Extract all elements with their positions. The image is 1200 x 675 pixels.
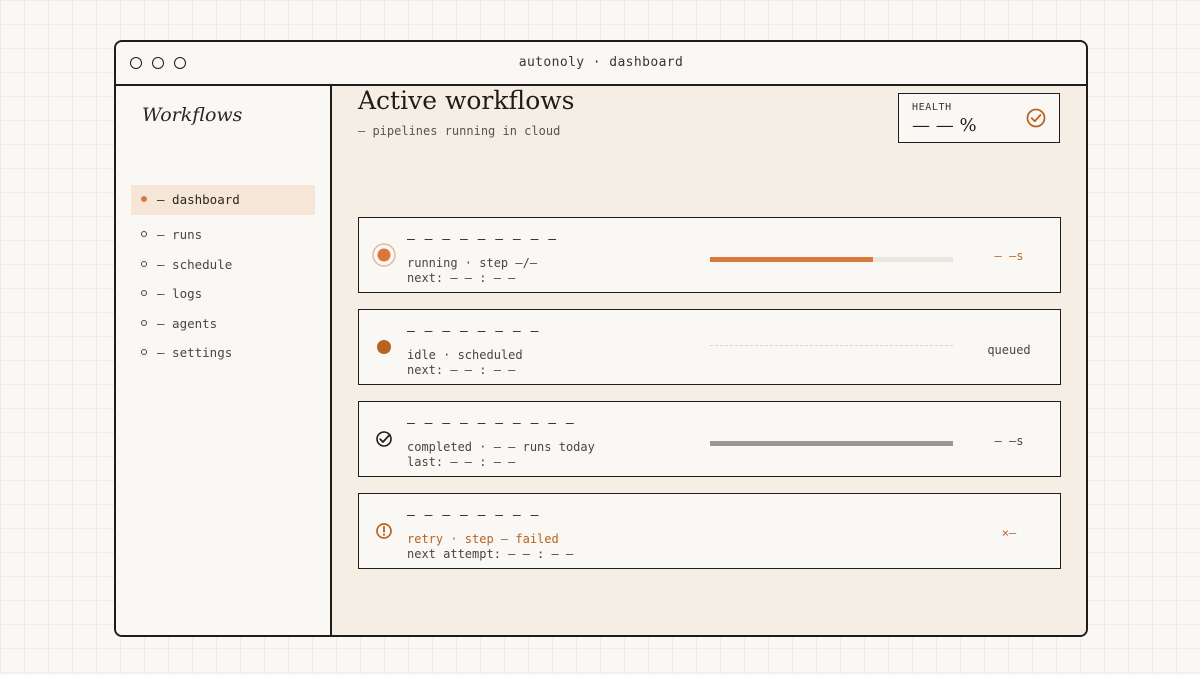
sidebar-item-dashboard[interactable]: — dashboard — [131, 185, 315, 215]
workflow-duration: — —s — [994, 434, 1024, 448]
workflow-progress-bar — [710, 441, 953, 446]
nav-bullet-icon — [141, 320, 147, 326]
sidebar-item-logs[interactable]: — logs — [131, 279, 315, 309]
workflow-name: — — — — — — — — — [407, 324, 540, 339]
progress-fill — [710, 257, 873, 262]
workflow-status: retry · step — failed — [407, 532, 559, 546]
workflow-progress-bar — [710, 257, 953, 262]
workflow-progress-placeholder — [710, 345, 953, 346]
sidebar: Workflows — dashboard — runs — schedule … — [116, 86, 332, 635]
check-circle-icon — [1026, 108, 1046, 128]
workflow-next-run: next: — — : — — — [407, 271, 516, 285]
sidebar-item-label: — settings — [157, 345, 233, 360]
sidebar-item-agents[interactable]: — agents — [131, 309, 315, 339]
health-label: HEALTH — [912, 102, 952, 113]
window-titlebar: autonoly · dashboard — [116, 42, 1086, 86]
workflow-next-attempt: next attempt: — — : — — — [407, 547, 574, 561]
workflow-card-idle[interactable]: — — — — — — — — idle · scheduled next: —… — [358, 309, 1061, 385]
sidebar-item-settings[interactable]: — settings — [131, 338, 315, 368]
sidebar-item-label: — runs — [157, 227, 203, 242]
workflow-name: — — — — — — — — — — — [407, 416, 575, 431]
window-title: autonoly · dashboard — [518, 55, 684, 70]
workflow-card-running[interactable]: — — — — — — — — — running · step —/— nex… — [358, 217, 1061, 293]
workflow-duration: — —s — [994, 249, 1024, 263]
workflow-status: completed · — — runs today — [407, 440, 595, 454]
alert-circle-icon — [376, 523, 392, 539]
idle-dot-icon — [377, 340, 391, 354]
workflow-queue-status: queued — [987, 343, 1031, 357]
sidebar-item-label: — dashboard — [157, 192, 240, 207]
workflow-retry-count: ×— — [1001, 526, 1017, 540]
page-title: Active workflows — [358, 86, 575, 115]
workflow-name: — — — — — — — — — [407, 508, 540, 523]
health-value: — — % — [912, 115, 977, 136]
sidebar-item-label: — agents — [157, 316, 218, 331]
workflow-last-run: last: — — : — — — [407, 455, 516, 469]
sidebar-item-label: — logs — [157, 286, 203, 301]
nav-bullet-icon — [141, 196, 147, 202]
sidebar-item-runs[interactable]: — runs — [131, 220, 315, 250]
nav-bullet-icon — [141, 261, 147, 267]
sidebar-title: Workflows — [142, 104, 243, 126]
nav-bullet-icon — [141, 349, 147, 355]
app-window: autonoly · dashboard Workflows — dashboa… — [114, 40, 1088, 637]
workflow-next-run: next: — — : — — — [407, 363, 516, 377]
check-circle-icon — [376, 431, 392, 447]
page-subtitle: — pipelines running in cloud — [358, 124, 561, 138]
progress-fill — [710, 441, 953, 446]
workflow-card-completed[interactable]: — — — — — — — — — — completed · — — runs… — [358, 401, 1061, 477]
workflow-status: running · step —/— — [407, 256, 538, 270]
workflow-status: idle · scheduled — [407, 348, 523, 362]
workflow-card-failed[interactable]: — — — — — — — — retry · step — failed ne… — [358, 493, 1061, 569]
nav-bullet-icon — [141, 231, 147, 237]
workflow-name: — — — — — — — — — — [407, 232, 558, 247]
main-content: Active workflows — pipelines running in … — [332, 86, 1086, 635]
sidebar-item-schedule[interactable]: — schedule — [131, 250, 315, 280]
running-indicator-icon — [372, 243, 396, 267]
sidebar-item-label: — schedule — [157, 257, 233, 272]
nav-bullet-icon — [141, 290, 147, 296]
health-panel: HEALTH — — % — [898, 93, 1060, 143]
